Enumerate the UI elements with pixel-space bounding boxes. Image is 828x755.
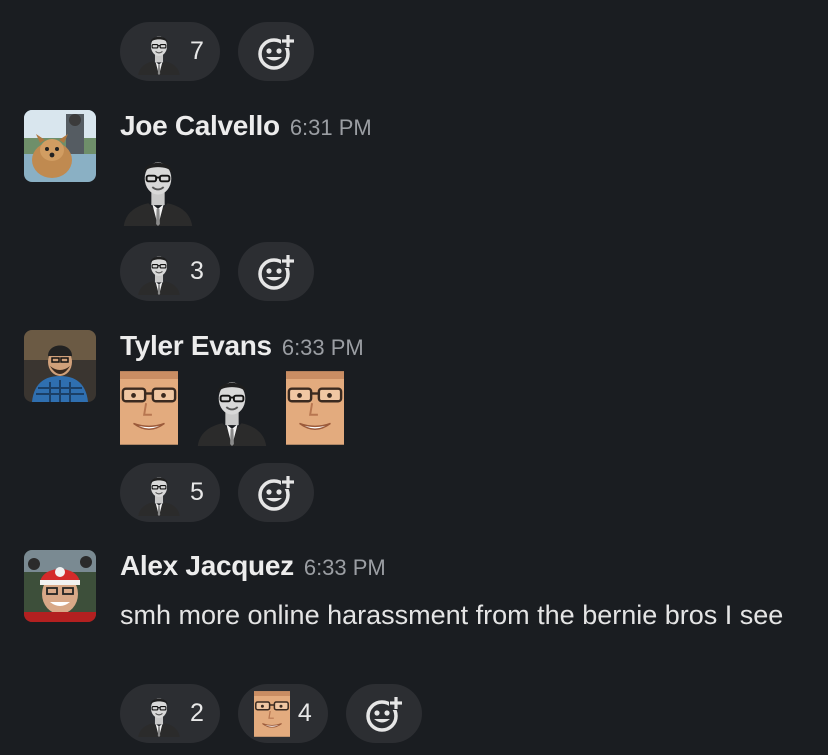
add-reaction-button[interactable] bbox=[237, 22, 314, 81]
timestamp[interactable]: 6:33 PM bbox=[304, 555, 386, 581]
reaction-row: 7 bbox=[120, 22, 314, 81]
suit-man-emoji-icon bbox=[136, 470, 182, 516]
timestamp[interactable]: 6:31 PM bbox=[290, 115, 372, 141]
avatar[interactable] bbox=[24, 550, 96, 622]
reaction-count: 4 bbox=[297, 699, 312, 727]
suit-man-emoji-icon bbox=[136, 29, 182, 75]
red-hat-avatar-icon bbox=[24, 550, 96, 622]
reaction-pill-suit-man[interactable]: 7 bbox=[120, 22, 220, 81]
message-header: Tyler Evans 6:33 PM bbox=[120, 330, 364, 362]
author-name[interactable]: Tyler Evans bbox=[120, 330, 272, 362]
reaction-count: 3 bbox=[190, 257, 204, 285]
reaction-pill-face-closeup[interactable]: 4 bbox=[237, 684, 328, 743]
reaction-pill-suit-man[interactable]: 2 bbox=[120, 684, 220, 743]
suit-man-emoji-icon bbox=[194, 370, 270, 446]
reaction-row: 2 4 bbox=[120, 684, 422, 743]
reaction-count: 5 bbox=[190, 478, 204, 506]
reaction-row: 5 bbox=[120, 463, 314, 522]
reaction-row: 3 bbox=[120, 242, 314, 301]
suit-man-emoji-icon bbox=[120, 150, 196, 226]
message-emoji-content bbox=[120, 150, 196, 226]
avatar[interactable] bbox=[24, 110, 96, 182]
reaction-count: 7 bbox=[190, 37, 204, 65]
message-header: Alex Jacquez 6:33 PM bbox=[120, 550, 386, 582]
author-name[interactable]: Alex Jacquez bbox=[120, 550, 294, 582]
add-reaction-button[interactable] bbox=[345, 684, 422, 743]
add-reaction-icon bbox=[256, 32, 296, 72]
timestamp[interactable]: 6:33 PM bbox=[282, 335, 364, 361]
add-reaction-icon bbox=[256, 473, 296, 513]
add-reaction-button[interactable] bbox=[237, 242, 314, 301]
add-reaction-button[interactable] bbox=[237, 463, 314, 522]
avatar[interactable] bbox=[24, 330, 96, 402]
add-reaction-icon bbox=[364, 694, 404, 734]
message-header: Joe Calvello 6:31 PM bbox=[120, 110, 372, 142]
message-text: smh more online harassment from the bern… bbox=[120, 600, 784, 630]
beanie-avatar-icon bbox=[24, 330, 96, 402]
suit-man-emoji-icon bbox=[136, 691, 182, 737]
author-name[interactable]: Joe Calvello bbox=[120, 110, 280, 142]
suit-man-emoji-icon bbox=[136, 249, 182, 295]
dog-avatar-icon bbox=[24, 110, 96, 182]
message-emoji-content bbox=[120, 370, 344, 446]
reaction-count: 2 bbox=[190, 699, 204, 727]
add-reaction-icon bbox=[256, 252, 296, 292]
face-closeup-emoji-icon bbox=[286, 370, 344, 446]
message-feed: 7 Joe Calvello 6:31 PM 3 Tyler Evans 6:3… bbox=[0, 0, 828, 755]
reaction-pill-suit-man[interactable]: 3 bbox=[120, 242, 220, 301]
face-closeup-emoji-icon bbox=[254, 691, 290, 737]
face-closeup-emoji-icon bbox=[120, 370, 178, 446]
reaction-pill-suit-man[interactable]: 5 bbox=[120, 463, 220, 522]
